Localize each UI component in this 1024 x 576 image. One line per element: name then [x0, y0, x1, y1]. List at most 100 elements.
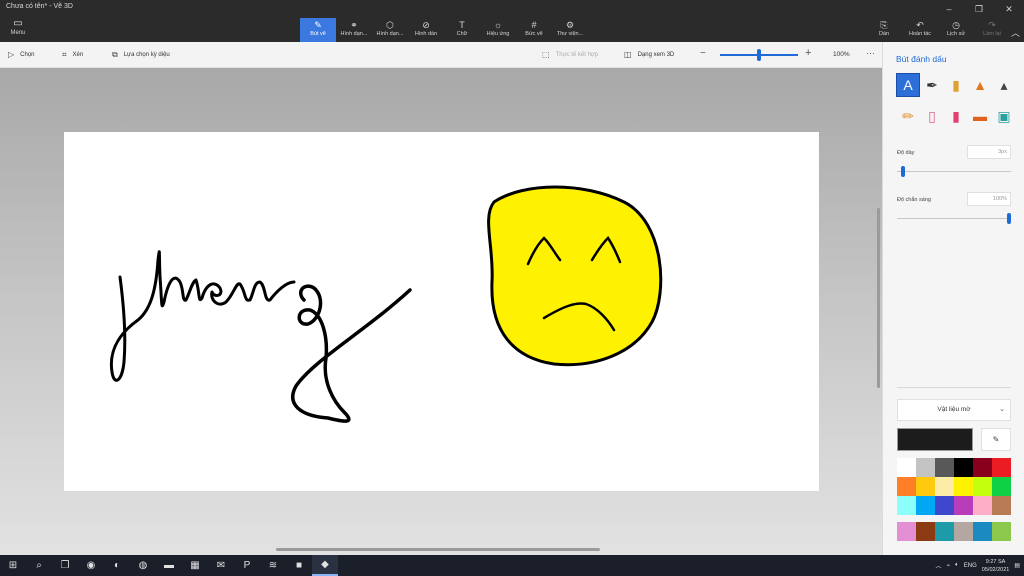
tool-brushes[interactable]: ✎ Bút vẽ [300, 18, 336, 42]
history-button[interactable]: ◷ Lịch sử [938, 18, 974, 42]
eyedropper-icon[interactable]: ✎ [981, 428, 1011, 451]
color-swatch[interactable] [935, 496, 954, 515]
color-swatch[interactable] [992, 477, 1011, 496]
file-explorer-icon[interactable]: ▬ [156, 555, 182, 576]
store-icon[interactable]: ▦ [182, 555, 208, 576]
minimize-icon[interactable]: – [934, 0, 964, 18]
tool-canvas[interactable]: # Bức vẽ [516, 18, 552, 42]
color-swatch[interactable] [954, 477, 973, 496]
opacity-slider-thumb[interactable] [1007, 213, 1011, 224]
color-swatch[interactable] [897, 458, 916, 477]
horizontal-scrollbar[interactable] [276, 548, 600, 551]
paste-button[interactable]: ⎘ Dán [866, 18, 902, 42]
custom-color-swatch[interactable] [973, 522, 992, 541]
zoom-icon[interactable]: ■ [286, 555, 312, 576]
custom-color-swatch[interactable] [954, 522, 973, 541]
app-green-icon[interactable]: ◍ [130, 555, 156, 576]
color-swatch[interactable] [916, 496, 935, 515]
edge-icon[interactable]: ◐ [104, 555, 130, 576]
color-swatch[interactable] [935, 458, 954, 477]
spray-can-brush-icon[interactable]: ▬ [969, 105, 991, 127]
crop-button[interactable]: ⌗ Xén [62, 50, 83, 60]
mail-icon[interactable]: ✉ [208, 555, 234, 576]
pencil-brush-icon[interactable]: ✏ [897, 105, 919, 127]
notifications-icon[interactable]: ▤ [1014, 562, 1020, 569]
eraser-brush-icon[interactable]: ▯ [921, 105, 943, 127]
paint3d-icon[interactable]: ◆ [312, 555, 338, 576]
color-swatch[interactable] [916, 458, 935, 477]
custom-color-swatch[interactable] [992, 522, 1011, 541]
color-swatch[interactable] [935, 477, 954, 496]
opacity-slider[interactable] [897, 218, 1011, 219]
tool-library[interactable]: ⚙ Thư viện... [552, 18, 588, 42]
close-icon[interactable]: ✕ [994, 0, 1024, 18]
task-view-icon[interactable]: ❐ [52, 555, 78, 576]
material-dropdown[interactable]: Vật liệu mờ ⌄ [897, 399, 1011, 421]
thickness-slider-thumb[interactable] [900, 166, 905, 177]
volume-icon[interactable]: 🔈︎ [955, 562, 959, 569]
mixed-reality-button[interactable]: ⬚ Thực tế kết hợp [542, 50, 598, 59]
ribbon: Chưa có tên* - Vẽ 3D – ❐ ✕ ▭ Menu ✎ Bút v… [0, 0, 1024, 42]
tool-label: Bút vẽ [310, 31, 326, 37]
opacity-input[interactable]: 100% [967, 192, 1011, 206]
magic-select-button[interactable]: ⧉ Lựa chọn kỳ diệu [112, 50, 170, 60]
color-swatch[interactable] [992, 496, 1011, 515]
undo-button[interactable]: ↶ Hoàn tác [902, 18, 938, 42]
vertical-scrollbar[interactable] [877, 208, 880, 388]
restore-icon[interactable]: ❐ [964, 0, 994, 18]
watercolor-brush-icon[interactable]: ▲ [969, 74, 991, 96]
network-icon[interactable]: ⌁ [947, 562, 951, 569]
tool-text[interactable]: T Chữ [444, 18, 480, 42]
custom-color-swatch[interactable] [935, 522, 954, 541]
color-swatch[interactable] [992, 458, 1011, 477]
menu-button[interactable]: ▭ Menu [4, 18, 32, 42]
calligraphy-pen-brush-icon[interactable]: ✒ [921, 74, 943, 96]
zoom-in-button[interactable]: + [805, 47, 811, 59]
custom-color-swatch[interactable] [916, 522, 935, 541]
fill-brush-icon[interactable]: ▣ [993, 105, 1015, 127]
more-options-icon[interactable]: ··· [866, 48, 875, 58]
select-button[interactable]: ▷ Chọn [8, 50, 35, 59]
custom-color-swatch[interactable] [897, 522, 916, 541]
color-swatch[interactable] [973, 477, 992, 496]
zoom-slider-thumb[interactable] [757, 49, 761, 61]
oil-brush-brush-icon[interactable]: ▮ [945, 74, 967, 96]
drawing-canvas[interactable] [64, 132, 819, 491]
start-icon[interactable]: ⊞ [0, 555, 26, 576]
redo-button[interactable]: ↷ Làm lại [974, 18, 1010, 42]
crop-icon: ⌗ [62, 50, 67, 59]
color-swatch[interactable] [897, 496, 916, 515]
tool-effects[interactable]: ☼ Hiệu ứng [480, 18, 516, 42]
crayon-brush-icon[interactable]: ▮ [945, 105, 967, 127]
search-icon[interactable]: ⌕ [26, 555, 52, 576]
tool-3dshapes[interactable]: ⬡ Hình dạn... [372, 18, 408, 42]
thickness-input[interactable]: 3px [967, 145, 1011, 159]
pinterest-icon[interactable]: P [234, 555, 260, 576]
tool-2dshapes[interactable]: ⚭ Hình dạn... [336, 18, 372, 42]
color-swatch[interactable] [973, 458, 992, 477]
pixel-pen-brush-icon[interactable]: ▴ [993, 74, 1015, 96]
color-swatch[interactable] [916, 477, 935, 496]
zoom-out-button[interactable]: − [700, 48, 706, 59]
system-tray: ︿ ⌁ 🔈︎ ENG 9:27 SA 05/02/2021 ▤ [936, 555, 1020, 576]
tray-expand-icon[interactable]: ︿ [936, 561, 942, 570]
tool-stickers-icon: ⊘ [422, 20, 430, 30]
tool-stickers[interactable]: ⊘ Hình dán [408, 18, 444, 42]
color-swatch[interactable] [954, 458, 973, 477]
chrome-icon[interactable]: ◉ [78, 555, 104, 576]
magic-select-icon: ⧉ [112, 50, 118, 59]
collapse-ribbon-icon[interactable]: ︿ [1011, 26, 1020, 39]
spotify-icon[interactable]: ≋ [260, 555, 286, 576]
thickness-label: Độ dày [897, 150, 915, 156]
current-color-swatch[interactable] [897, 428, 973, 451]
language-indicator[interactable]: ENG [964, 563, 977, 569]
color-swatch[interactable] [897, 477, 916, 496]
opacity-label: Độ chắn sáng [897, 197, 931, 203]
thickness-slider[interactable] [897, 171, 1011, 172]
color-swatch[interactable] [973, 496, 992, 515]
view-3d-button[interactable]: ◫ Dạng xem 3D [624, 50, 674, 59]
menu-label: Menu [10, 30, 26, 36]
color-swatch[interactable] [954, 496, 973, 515]
marker-brush-icon[interactable]: A [896, 73, 920, 97]
clock[interactable]: 9:27 SA 05/02/2021 [982, 558, 1010, 574]
